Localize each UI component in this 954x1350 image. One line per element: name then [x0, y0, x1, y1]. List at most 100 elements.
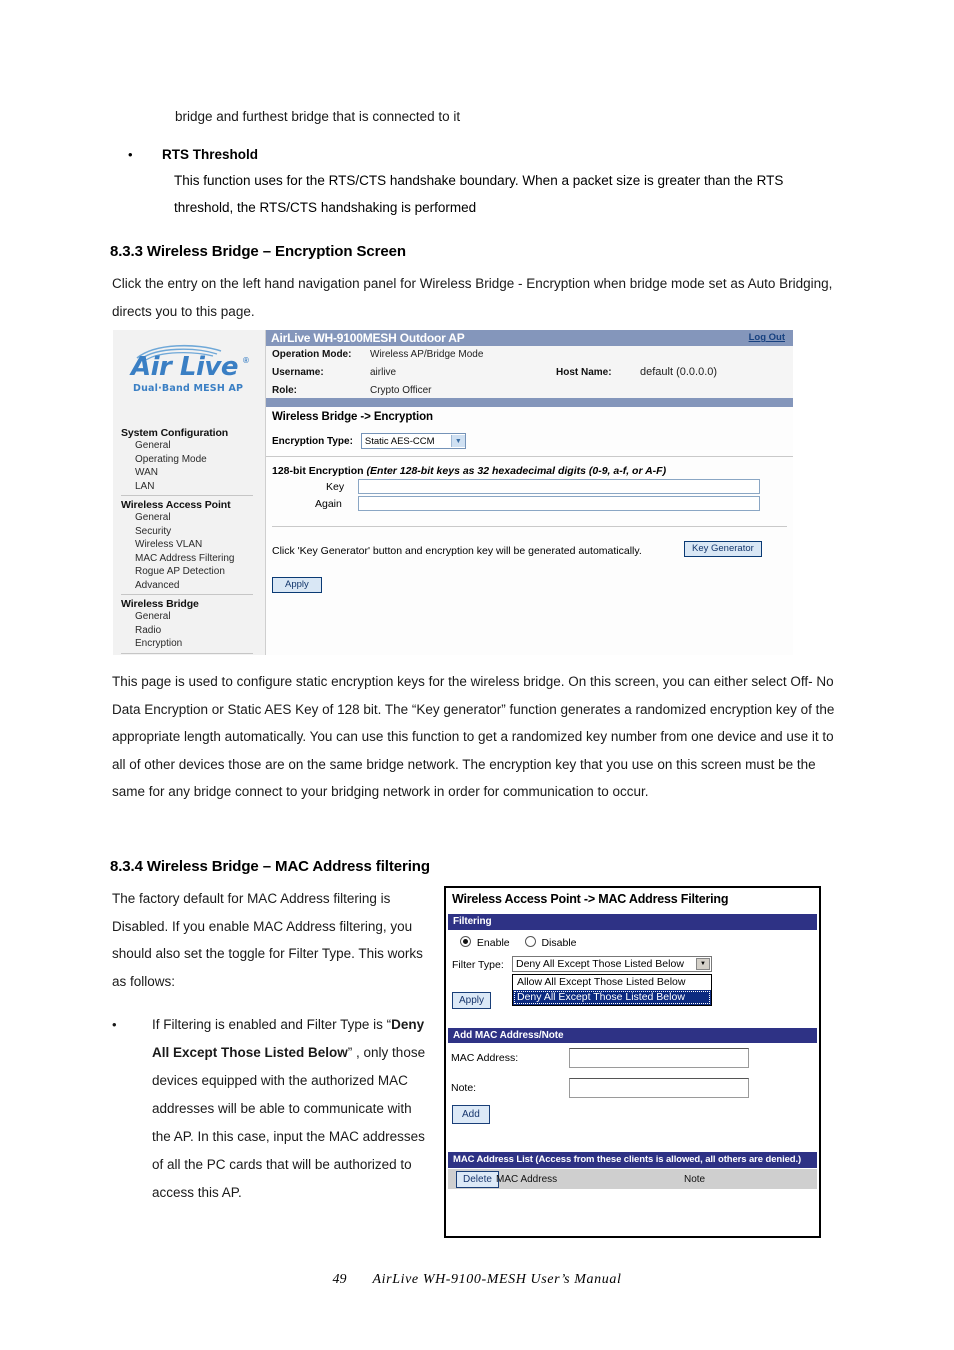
router-sidebar: Air Live ® Dual·Band MESH AP System Conf… [113, 330, 266, 655]
again-input[interactable] [358, 496, 760, 511]
nav-item-wireless-vlan[interactable]: Wireless VLAN [119, 538, 261, 552]
registered-trademark-icon: ® [243, 356, 249, 365]
key-section-heading: 128-bit Encryption (Enter 128-bit keys a… [272, 465, 666, 477]
nav-item-lan[interactable]: LAN [119, 480, 261, 494]
page-number: 49 [332, 1272, 347, 1287]
router-status-info: Operation Mode: Wireless AP/Bridge Mode … [266, 346, 793, 398]
section-834-bullet-text: If Filtering is enabled and Filter Type … [152, 1011, 432, 1207]
nav-item-advanced[interactable]: Advanced [119, 579, 261, 593]
screenshot-mac-address-filtering: Wireless Access Point -> MAC Address Fil… [444, 886, 821, 1238]
username-value: airlive [370, 367, 397, 378]
nav-item-wan[interactable]: WAN [119, 466, 261, 480]
note-input[interactable] [569, 1078, 749, 1098]
add-mac-button[interactable]: Add [452, 1105, 490, 1124]
encryption-type-label: Encryption Type: [272, 435, 353, 447]
encryption-type-value: Static AES-CCM [364, 435, 435, 447]
intro-continuation-line: bridge and furthest bridge that is conne… [175, 109, 461, 124]
role-value: Crypto Officer [370, 385, 432, 396]
mac-address-input[interactable] [569, 1048, 749, 1068]
nav-group-wireless-bridge: Wireless Bridge [121, 598, 199, 610]
operation-mode-label: Operation Mode: [272, 349, 352, 360]
router-navigation[interactable]: System Configuration General Operating Mod… [119, 426, 261, 655]
nav-item-security[interactable]: Security [119, 525, 261, 539]
role-label: Role: [272, 385, 297, 396]
divider-above-keygen [272, 526, 787, 527]
document-page: bridge and furthest bridge that is conne… [0, 0, 954, 1350]
nav-item-general[interactable]: General [119, 511, 261, 525]
filter-type-value: Deny All Except Those Listed Below [516, 958, 684, 970]
bullet-body: This function uses for the RTS/CTS hands… [174, 173, 784, 215]
disable-radio[interactable] [524, 936, 536, 947]
mac-filtering-page-title: Wireless Access Point -> MAC Address Fil… [452, 892, 729, 906]
filter-type-dropdown-options[interactable]: Allow All Except Those Listed Below Deny … [512, 974, 712, 1006]
nav-item-radio[interactable]: Radio [119, 624, 261, 638]
nav-item-general[interactable]: General [119, 439, 261, 453]
filter-type-option-0[interactable]: Allow All Except Those Listed Below [513, 975, 711, 990]
bullet-marker-icon-2: • [112, 1017, 117, 1032]
key-section-heading-italic: (Enter 128-bit keys as 32 hexadecimal di… [366, 465, 667, 477]
section-heading-833: 8.3.3 Wireless Bridge – Encryption Scree… [110, 243, 406, 260]
key-section-heading-bold: 128-bit Encryption [272, 465, 364, 477]
filter-type-select[interactable]: Deny All Except Those Listed Below ▼ [512, 956, 712, 972]
section-834-intro: The factory default for MAC Address filt… [112, 891, 423, 989]
nav-item-encryption[interactable]: Encryption [119, 637, 261, 651]
mac-list-col-mac: MAC Address [496, 1174, 558, 1185]
nav-group-system-configuration: System Configuration [121, 427, 229, 439]
username-label: Username: [272, 367, 324, 378]
bullet-tail: ” , only those devices equipped with the… [152, 1045, 426, 1200]
screenshot-wireless-bridge-encryption: Air Live ® Dual·Band MESH AP System Conf… [113, 330, 793, 655]
chevron-down-icon-2: ▼ [696, 958, 710, 970]
filter-type-option-1[interactable]: Deny All Except Those Listed Below [513, 990, 711, 1005]
nav-item-operating-mode[interactable]: Operating Mode [119, 453, 261, 467]
again-label: Again [315, 498, 342, 510]
apply-button[interactable]: Apply [272, 577, 322, 593]
hostname-value: default (0.0.0.0) [640, 366, 718, 378]
chevron-down-icon: ▼ [450, 435, 465, 447]
hostname-label: Host Name: [556, 367, 612, 378]
mac-list-col-note: Note [684, 1174, 706, 1185]
operation-mode-value: Wireless AP/Bridge Mode [370, 349, 484, 360]
bullet-title: RTS Threshold [162, 147, 259, 162]
delete-button[interactable]: Delete [456, 1171, 499, 1188]
encryption-type-select[interactable]: Static AES-CCM ▼ [360, 433, 466, 449]
nav-separator [121, 652, 253, 654]
manual-title: AirLive WH-9100-MESH User’s Manual [372, 1272, 622, 1287]
key-input[interactable] [358, 479, 760, 494]
nav-group-wireless-access-point: Wireless Access Point [121, 499, 231, 511]
filter-type-label: Filter Type: [452, 959, 504, 971]
encryption-form-panel: Wireless Bridge -> Encryption Encryption… [266, 407, 793, 655]
rts-threshold-bullet: • RTS Threshold This function uses for t… [128, 143, 838, 221]
nav-separator [121, 594, 253, 595]
enable-label: Enable [476, 937, 510, 949]
filtering-apply-button[interactable]: Apply [452, 992, 492, 1009]
divider-under-encryption-type [266, 456, 793, 457]
mac-address-label: MAC Address: [451, 1052, 519, 1064]
airlive-logo: Air Live ® Dual·Band MESH AP [123, 342, 257, 402]
logout-link[interactable]: Log Out [749, 332, 785, 343]
router-product-title: AirLive WH-9100MESH Outdoor AP [271, 331, 465, 345]
key-generator-button[interactable]: Key Generator [684, 541, 762, 557]
nav-item-rogue-ap-detection[interactable]: Rogue AP Detection [119, 565, 261, 579]
section-834-left-column: The factory default for MAC Address filt… [112, 885, 432, 1207]
nav-item-general[interactable]: General [119, 610, 261, 624]
router-main-panel: AirLive WH-9100MESH Outdoor AP Log Out O… [266, 330, 793, 655]
section-833-followup-paragraph: This page is used to configure static en… [112, 674, 835, 799]
enable-radio[interactable] [460, 936, 471, 947]
section-833-intro-paragraph: Click the entry on the left hand navigat… [112, 276, 833, 319]
encryption-page-title: Wireless Bridge -> Encryption [272, 411, 433, 423]
encryption-type-row: Encryption Type: Static AES-CCM ▼ [272, 433, 466, 449]
disable-label: Disable [541, 937, 577, 949]
router-titlebar: AirLive WH-9100MESH Outdoor AP Log Out [266, 330, 793, 346]
page-footer: 49 AirLive WH-9100-MESH User’s Manual [0, 1272, 954, 1288]
keygen-hint: Click 'Key Generator' button and encrypt… [272, 545, 642, 557]
filtering-radio-group[interactable]: Enable Disable [460, 936, 577, 949]
airlive-tagline: Dual·Band MESH AP [133, 383, 244, 394]
filtering-section-bar: Filtering [448, 914, 817, 930]
section-heading-834: 8.3.4 Wireless Bridge – MAC Address filt… [110, 858, 430, 875]
nav-separator [121, 495, 253, 496]
bullet-lead: If Filtering is enabled and Filter Type … [152, 1017, 392, 1032]
router-subbar-divider [266, 398, 793, 407]
note-label: Note: [451, 1082, 477, 1094]
nav-item-mac-address-filtering[interactable]: MAC Address Filtering [119, 552, 261, 566]
mac-list-section-bar: MAC Address List (Access from these clie… [448, 1152, 817, 1168]
